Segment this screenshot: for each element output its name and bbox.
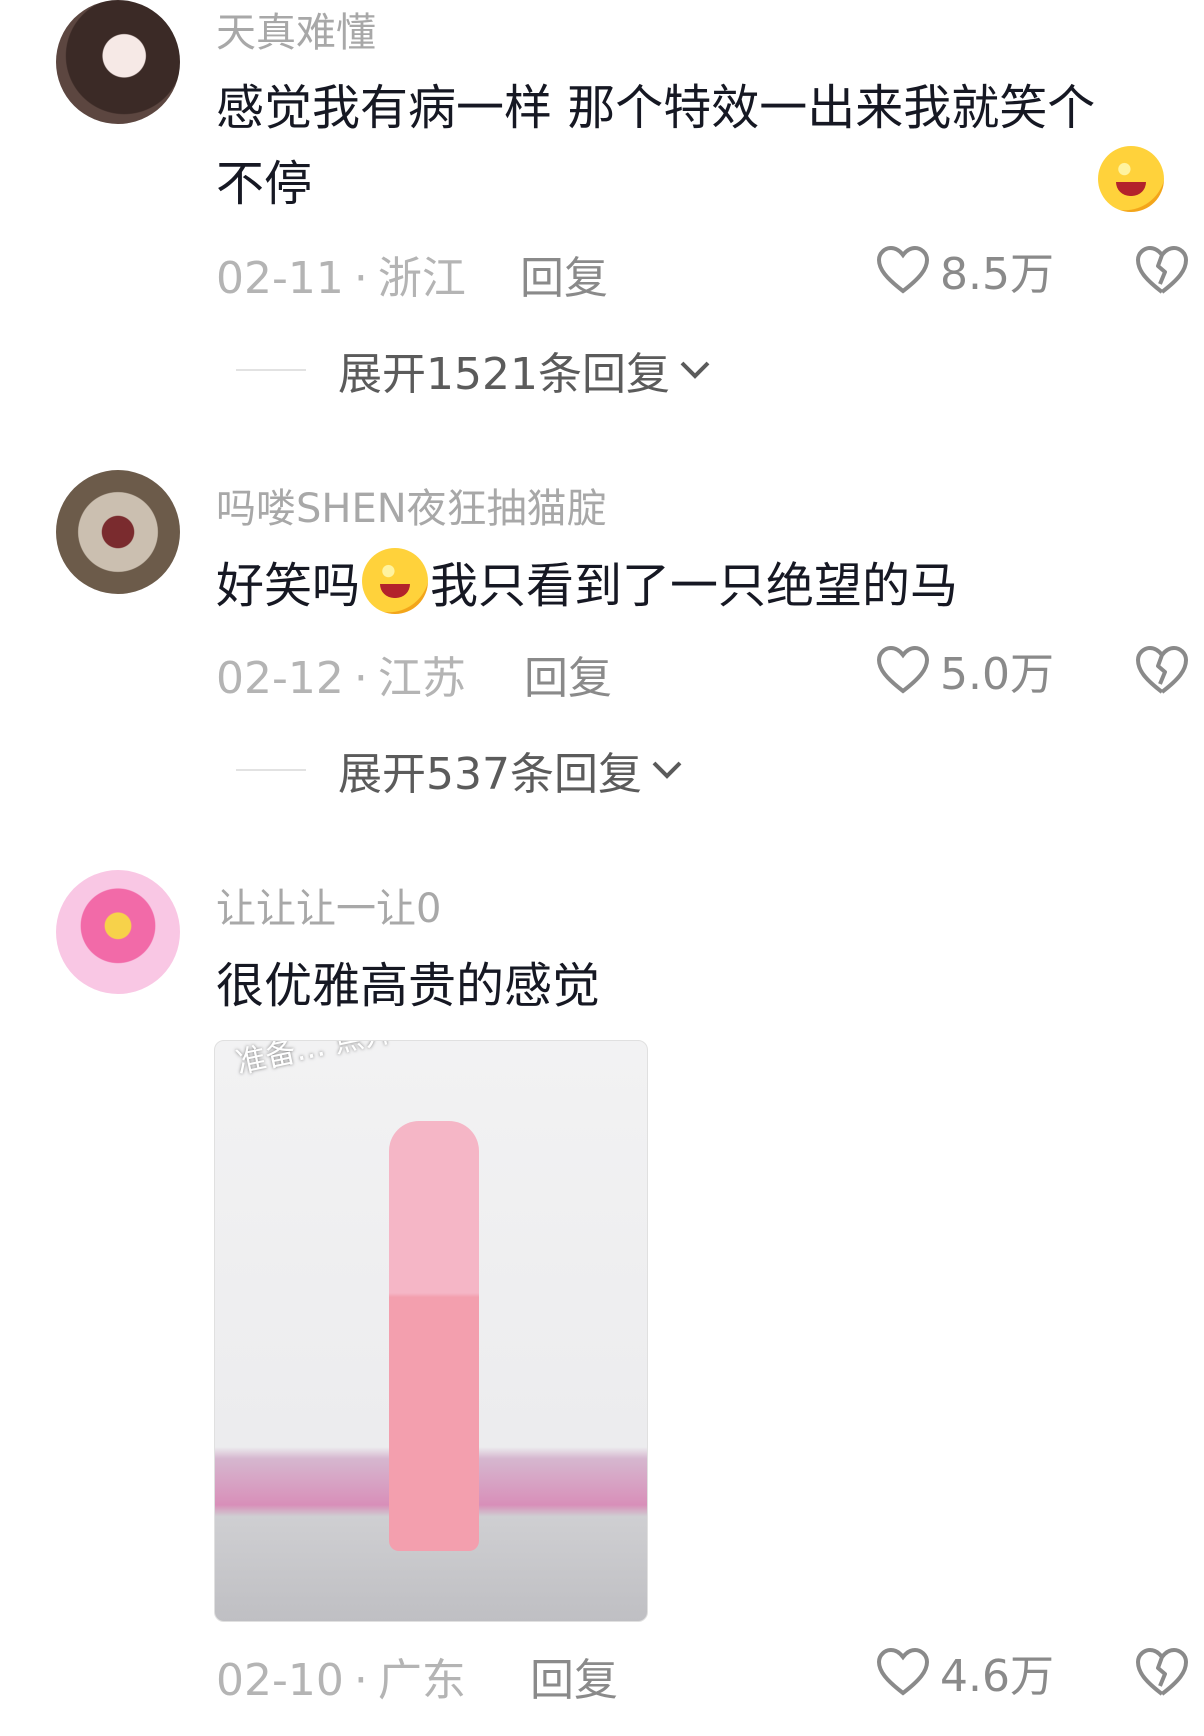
comment-date: 02-12 bbox=[216, 653, 344, 704]
comment-region: 江苏 bbox=[377, 653, 466, 704]
chevron-down-icon bbox=[680, 361, 710, 379]
expand-replies-label: 展开1521条回复 bbox=[338, 349, 670, 400]
like-button[interactable]: 4.6万 bbox=[876, 1642, 1054, 1702]
comment-meta: 02-10 · 广东 bbox=[216, 1644, 466, 1708]
reply-button[interactable]: 回复 bbox=[520, 242, 608, 306]
person-figure bbox=[389, 1121, 479, 1551]
avatar[interactable] bbox=[56, 0, 180, 124]
comment-username[interactable]: 让让让一让0 bbox=[216, 876, 441, 934]
divider bbox=[236, 369, 306, 371]
comment-text: 好笑吗 我只看到了一只绝望的马 bbox=[216, 548, 1176, 624]
heart-outline-icon bbox=[876, 645, 930, 694]
comment-meta: 02-11 · 浙江 bbox=[216, 242, 466, 306]
like-button[interactable]: 5.0万 bbox=[876, 640, 1054, 700]
expand-replies-button[interactable]: 展开1521条回复 bbox=[236, 342, 712, 400]
comment-image[interactable]: 准备… 点开一看 天塌了 。。。 bbox=[214, 1040, 648, 1622]
separator: · bbox=[353, 653, 368, 704]
comment-date: 02-11 bbox=[216, 253, 344, 304]
comment-region: 浙江 bbox=[377, 253, 466, 304]
like-button[interactable]: 8.5万 bbox=[876, 240, 1054, 300]
grin-emoji-icon bbox=[1098, 146, 1164, 212]
reply-button[interactable]: 回复 bbox=[524, 642, 612, 706]
reply-button[interactable]: 回复 bbox=[530, 1644, 618, 1708]
comment-text-before: 好笑吗 bbox=[216, 558, 361, 614]
comment-username[interactable]: 吗喽SHEN夜狂抽猫腚 bbox=[216, 476, 607, 534]
comment-username[interactable]: 天真难懂 bbox=[216, 0, 376, 58]
like-count: 5.0万 bbox=[940, 649, 1054, 700]
like-count: 4.6万 bbox=[940, 1651, 1054, 1702]
image-caption: 准备… 点开一看 天塌了 。。。 bbox=[233, 1041, 621, 1082]
broken-heart-icon[interactable] bbox=[1134, 644, 1190, 696]
separator: · bbox=[353, 253, 368, 304]
heart-outline-icon bbox=[876, 1647, 930, 1696]
broken-heart-icon[interactable] bbox=[1134, 1646, 1190, 1698]
expand-replies-button[interactable]: 展开537条回复 bbox=[236, 742, 684, 800]
grin-emoji-icon bbox=[362, 548, 429, 614]
broken-heart-icon[interactable] bbox=[1134, 244, 1190, 296]
chevron-down-icon bbox=[652, 761, 682, 779]
expand-replies-label: 展开537条回复 bbox=[338, 749, 642, 800]
comment-text-after: 我只看到了一只绝望的马 bbox=[430, 558, 959, 614]
separator: · bbox=[353, 1655, 368, 1706]
avatar[interactable] bbox=[56, 470, 180, 594]
comment-text: 感觉我有病一样 那个特效一出来我就笑个不停 bbox=[216, 70, 1176, 222]
comment-text: 很优雅高贵的感觉 bbox=[216, 958, 601, 1014]
heart-outline-icon bbox=[876, 245, 930, 294]
comment-text-content: 感觉我有病一样 那个特效一出来我就笑个不停 bbox=[216, 80, 1096, 212]
comment-date: 02-10 bbox=[216, 1655, 344, 1706]
comment-meta: 02-12 · 江苏 bbox=[216, 642, 466, 706]
comment-region: 广东 bbox=[377, 1655, 466, 1706]
avatar[interactable] bbox=[56, 870, 180, 994]
like-count: 8.5万 bbox=[940, 249, 1054, 300]
divider bbox=[236, 769, 306, 771]
